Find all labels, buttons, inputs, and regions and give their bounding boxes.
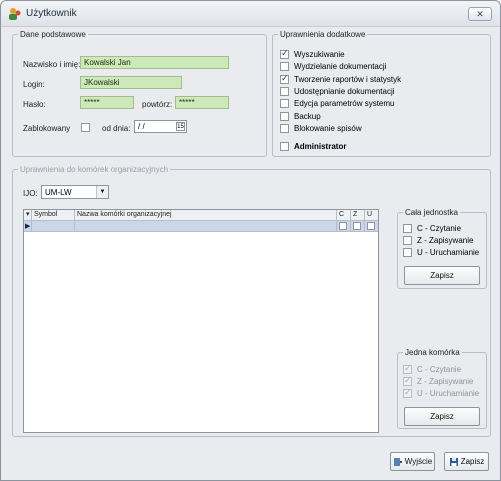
window-title: Użytkownik	[26, 8, 77, 19]
close-button[interactable]: ✕	[468, 7, 492, 21]
row-indicator-header: ▾	[24, 210, 32, 221]
extra-permission-option[interactable]: Blokowanie spisów	[280, 123, 460, 134]
table-row[interactable]: ▶	[24, 221, 378, 232]
whole-unit-option[interactable]: C - Czytanie	[403, 223, 483, 234]
exit-label: Wyjście	[404, 457, 433, 466]
admin-checkbox[interactable]	[280, 142, 289, 151]
name-label: Nazwisko i imię:	[23, 60, 81, 69]
basic-data-group: Dane podstawowe	[12, 30, 267, 157]
cell-z	[351, 221, 365, 232]
extra-permission-option[interactable]: Edycja parametrów systemu	[280, 98, 460, 109]
extra-permission-label: Udostępnianie dokumentacji	[294, 86, 395, 96]
calendar-icon[interactable]: 15	[176, 122, 185, 131]
password-label: Hasło:	[23, 100, 46, 109]
extra-permission-label: Backup	[294, 111, 321, 121]
one-cell-option: C - Czytanie	[403, 363, 483, 375]
one-cell-checkbox	[403, 363, 412, 374]
extra-permission-checkbox[interactable]	[280, 111, 289, 121]
extra-permission-checkbox[interactable]	[280, 73, 289, 84]
whole-unit-option[interactable]: U - Uruchamianie	[403, 247, 483, 258]
extra-permission-checkbox[interactable]	[280, 86, 289, 96]
one-cell-option-label: Z - Zapisywanie	[417, 377, 474, 386]
one-cell-checkbox	[403, 375, 412, 386]
name-field[interactable]: Kowalski Jan	[80, 56, 229, 69]
repeat-password-label: powtórz:	[142, 100, 173, 109]
one-cell-option: Z - Zapisywanie	[403, 375, 483, 387]
whole-unit-checkbox[interactable]	[403, 224, 412, 233]
whole-unit-legend: Cała jednostka	[405, 208, 458, 217]
table-header: ▾ Symbol Nazwa komórki organizacyjnej C …	[24, 210, 378, 221]
extra-permission-option[interactable]: Tworzenie raportów i statystyk	[280, 73, 460, 85]
extra-permission-label: Wyszukiwanie	[294, 50, 345, 59]
login-label: Login:	[23, 80, 45, 89]
repeat-password-field[interactable]: *****	[175, 96, 229, 109]
blocked-date-field[interactable]: / / 15	[134, 120, 187, 133]
column-name[interactable]: Nazwa komórki organizacyjnej	[75, 210, 337, 221]
whole-unit-option-label: Z - Zapisywanie	[417, 236, 474, 245]
admin-option[interactable]: Administrator	[280, 141, 400, 152]
row-indicator: ▶	[24, 221, 32, 232]
whole-unit-option-label: U - Uruchamianie	[417, 248, 480, 257]
whole-unit-option-label: C - Czytanie	[417, 224, 462, 233]
user-app-icon	[9, 8, 21, 20]
extra-permission-option[interactable]: Udostępnianie dokumentacji	[280, 86, 460, 97]
whole-unit-checkbox[interactable]	[403, 236, 412, 245]
exit-door-icon	[393, 457, 402, 466]
whole-unit-checkbox[interactable]	[403, 248, 412, 257]
column-c[interactable]: C	[337, 210, 351, 221]
blocked-label: Zablokowany	[23, 124, 71, 133]
chevron-down-icon[interactable]: ▼	[96, 186, 108, 198]
ijo-select[interactable]: UM-LW ▼	[41, 185, 109, 199]
extra-permissions-legend: Uprawnienia dodatkowe	[280, 30, 366, 39]
cell-u-checkbox[interactable]	[367, 222, 375, 230]
title-bar: Użytkownik ✕	[1, 1, 500, 27]
blocked-date-value: / /	[138, 122, 145, 131]
password-field[interactable]: *****	[80, 96, 134, 109]
extra-permission-checkbox[interactable]	[280, 123, 289, 133]
extra-permission-option[interactable]: Backup	[280, 111, 460, 122]
one-cell-save-button[interactable]: Zapisz	[404, 407, 480, 426]
one-cell-option-label: C - Czytanie	[417, 365, 462, 374]
extra-permission-checkbox[interactable]	[280, 99, 289, 109]
one-cell-option-label: U - Uruchamianie	[417, 389, 480, 398]
row-pointer-icon: ▶	[25, 223, 31, 230]
save-label: Zapisz	[460, 457, 485, 466]
date-label: od dnia:	[102, 124, 131, 133]
extra-permission-checkbox[interactable]	[280, 62, 289, 72]
extra-permission-label: Blokowanie spisów	[294, 123, 362, 133]
org-permissions-legend: Uprawnienia do komórek organizacyjnych	[20, 165, 169, 174]
column-u[interactable]: U	[365, 210, 378, 221]
user-window: Użytkownik ✕ Dane podstawowe Nazwisko i …	[0, 0, 501, 481]
basic-data-legend: Dane podstawowe	[20, 30, 86, 39]
cell-c	[337, 221, 351, 232]
extra-permission-option[interactable]: Wyszukiwanie	[280, 48, 460, 60]
close-icon: ✕	[476, 9, 484, 19]
whole-unit-option[interactable]: Z - Zapisywanie	[403, 235, 483, 246]
whole-unit-save-button[interactable]: Zapisz	[404, 266, 480, 285]
floppy-disk-icon	[449, 457, 458, 466]
save-button[interactable]: Zapisz	[444, 452, 489, 471]
cell-z-checkbox[interactable]	[353, 222, 361, 230]
blocked-checkbox[interactable]	[81, 123, 90, 132]
column-z[interactable]: Z	[351, 210, 365, 221]
exit-button[interactable]: Wyjście	[390, 452, 435, 471]
extra-permission-label: Wydzielanie dokumentacji	[294, 62, 387, 72]
cell-name[interactable]	[75, 221, 337, 232]
one-cell-legend: Jedna komórka	[405, 348, 460, 357]
one-cell-option: U - Uruchamianie	[403, 387, 483, 399]
extra-permission-label: Tworzenie raportów i statystyk	[294, 74, 402, 84]
admin-label: Administrator	[294, 142, 347, 151]
login-field[interactable]: JKowalski	[80, 76, 182, 89]
ijo-value: UM-LW	[45, 188, 72, 197]
extra-permission-label: Edycja parametrów systemu	[294, 99, 395, 109]
column-symbol[interactable]: Symbol	[32, 210, 75, 221]
org-cells-table[interactable]: ▾ Symbol Nazwa komórki organizacyjnej C …	[23, 209, 379, 433]
extra-permission-option[interactable]: Wydzielanie dokumentacji	[280, 61, 460, 72]
cell-c-checkbox[interactable]	[339, 222, 347, 230]
one-cell-checkbox	[403, 387, 412, 398]
cell-symbol[interactable]	[32, 221, 75, 232]
cell-u	[365, 221, 378, 232]
extra-permission-checkbox[interactable]	[280, 48, 289, 59]
ijo-label: IJO:	[23, 189, 38, 198]
